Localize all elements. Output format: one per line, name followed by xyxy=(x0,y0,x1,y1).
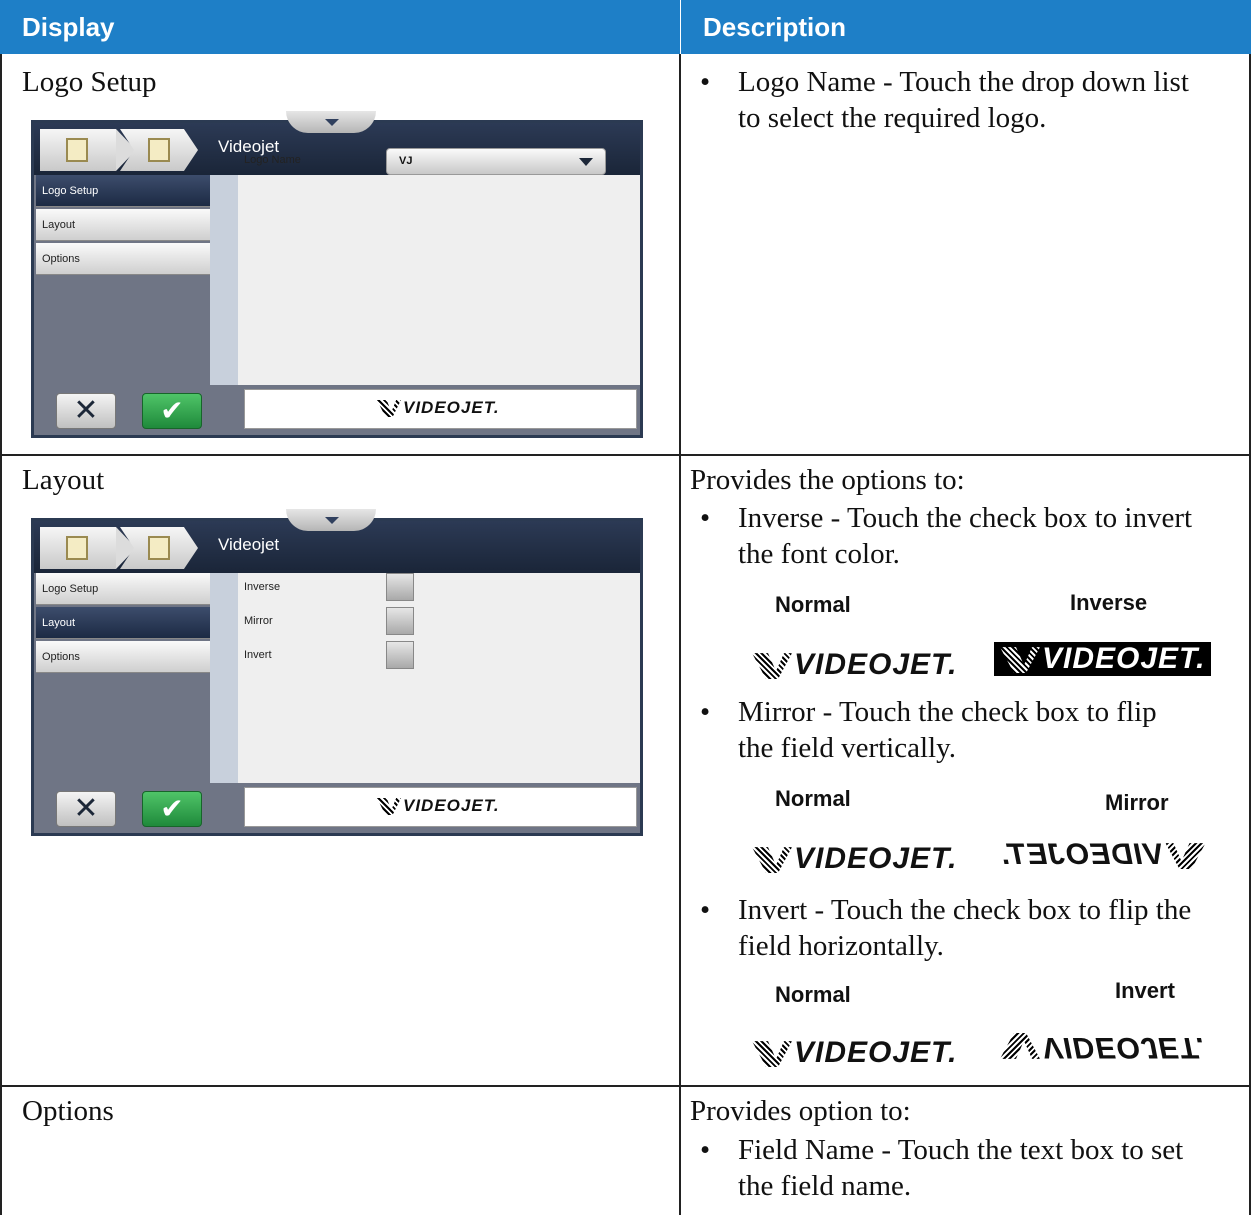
sidebar-gutter xyxy=(210,573,238,783)
cancel-button[interactable]: ✕ xyxy=(56,791,116,827)
description-inverse: Inverse - Touch the check box to invert … xyxy=(738,502,1193,570)
label-invert: Invert xyxy=(1115,978,1175,1003)
table-left-border xyxy=(0,54,2,1215)
row-divider xyxy=(0,1085,1251,1087)
column-header-display: Display xyxy=(0,0,680,54)
row-divider xyxy=(0,454,1251,456)
column-divider xyxy=(679,54,681,1215)
device-title: Videojet xyxy=(218,535,280,554)
label-inverse: Inverse xyxy=(1070,590,1148,615)
device-bottom-bar: ✕ ✔ VIDEOJET. xyxy=(34,783,640,833)
menu-item-options[interactable]: Options xyxy=(36,641,210,673)
device-screen-layout: Videojet Logo Setup Layout Options Inver… xyxy=(31,509,643,836)
row-title-options: Options xyxy=(22,1095,114,1127)
description-field-name: Field Name - Touch the text box to set t… xyxy=(738,1134,1184,1202)
description-invert: Invert - Touch the check box to flip the… xyxy=(738,894,1192,962)
description-logo-name: Logo Name - Touch the drop down list to … xyxy=(738,66,1189,134)
bullet: • xyxy=(700,696,711,728)
cancel-button[interactable]: ✕ xyxy=(56,393,116,429)
bullet: • xyxy=(700,894,711,926)
videojet-logo-invert: VIDEOJET. xyxy=(1000,1030,1205,1064)
label-normal: Normal xyxy=(775,592,851,617)
breadcrumb-edit[interactable] xyxy=(40,527,136,569)
column-header-description: Description xyxy=(681,0,1251,54)
bullet: • xyxy=(700,1134,711,1166)
device-screen-logo-setup: Videojet Logo Setup Layout Options Logo … xyxy=(31,111,643,438)
mirror-label: Mirror xyxy=(244,615,273,627)
videojet-logo-normal: VIDEOJET. xyxy=(752,1036,957,1070)
edit-icon xyxy=(66,536,88,560)
logo-preview: VIDEOJET. xyxy=(244,787,637,827)
videojet-logo-normal: VIDEOJET. xyxy=(752,842,957,876)
logo-name-dropdown[interactable]: VJ xyxy=(386,148,606,175)
edit-icon xyxy=(66,138,88,162)
label-normal: Normal xyxy=(775,982,851,1007)
device-content xyxy=(238,573,640,783)
options-intro: Provides option to: xyxy=(690,1095,911,1127)
label-mirror: Mirror xyxy=(1105,790,1169,815)
menu-item-layout[interactable]: Layout xyxy=(36,209,210,241)
device-bottom-bar: ✕ ✔ VIDEOJET. xyxy=(34,385,640,435)
invert-label: Invert xyxy=(244,649,272,661)
logo-name-label: Logo Name xyxy=(244,154,301,166)
ok-button[interactable]: ✔ xyxy=(142,393,202,429)
clipboard-icon xyxy=(148,138,170,162)
description-mirror: Mirror - Touch the check box to flip the… xyxy=(738,696,1157,764)
videojet-logo-normal: VIDEOJET. xyxy=(752,648,957,682)
clipboard-icon xyxy=(148,536,170,560)
breadcrumb-edit[interactable] xyxy=(40,129,136,171)
row-title-layout: Layout xyxy=(22,464,105,496)
videojet-logo-mirror: VIDEOJET. xyxy=(1000,838,1205,872)
inverse-checkbox[interactable] xyxy=(386,573,414,601)
videojet-logo: VIDEOJET. xyxy=(377,398,500,418)
videojet-logo-inverse: VIDEOJET. xyxy=(994,642,1212,676)
menu-item-layout[interactable]: Layout xyxy=(36,607,210,639)
menu-item-logo-setup[interactable]: Logo Setup xyxy=(36,573,210,605)
label-normal: Normal xyxy=(775,786,851,811)
inverse-label: Inverse xyxy=(244,581,281,593)
device-content xyxy=(238,175,640,385)
bullet: • xyxy=(700,502,711,534)
row-title-logo-setup: Logo Setup xyxy=(22,66,157,98)
sidebar-gutter xyxy=(210,175,238,385)
logo-preview: VIDEOJET. xyxy=(244,389,637,429)
mirror-checkbox[interactable] xyxy=(386,607,414,635)
invert-checkbox[interactable] xyxy=(386,641,414,669)
bullet: • xyxy=(700,66,711,98)
menu-item-logo-setup[interactable]: Logo Setup xyxy=(36,175,210,207)
ok-button[interactable]: ✔ xyxy=(142,791,202,827)
menu-item-options[interactable]: Options xyxy=(36,243,210,275)
pull-down-tab-icon[interactable] xyxy=(286,509,376,531)
videojet-logo: VIDEOJET. xyxy=(377,796,500,816)
pull-down-tab-icon[interactable] xyxy=(286,111,376,133)
layout-intro: Provides the options to: xyxy=(690,464,965,496)
